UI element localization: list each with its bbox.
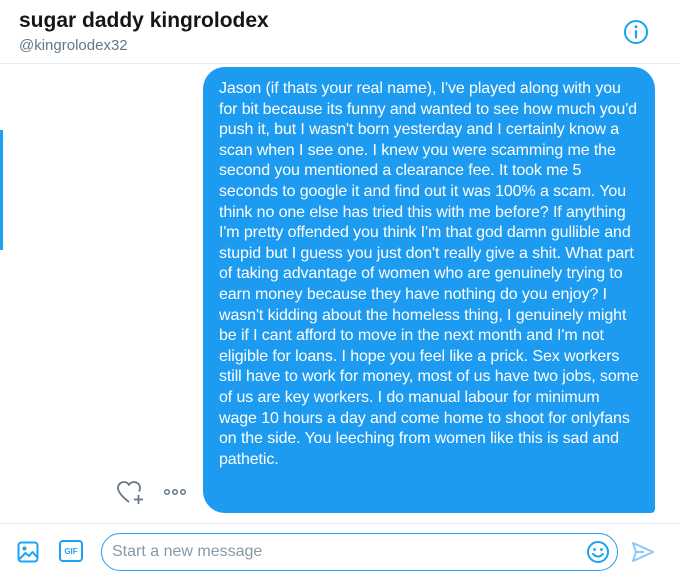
send-icon[interactable] [631,541,655,563]
info-icon[interactable] [622,18,650,46]
gif-button[interactable]: GIF [59,540,83,562]
heart-plus-icon[interactable] [116,480,146,506]
scroll-indicator [0,130,3,250]
conversation-handle: @kingrolodex32 [19,37,128,54]
emoji-icon[interactable] [586,540,610,564]
message-text: Jason (if thats your real name), I've pl… [219,80,639,468]
message-composer: GIF [0,523,680,577]
conversation-header: sugar daddy kingrolodex @kingrolodex32 [0,0,680,64]
more-options-icon[interactable] [160,482,190,502]
message-input[interactable] [112,538,572,566]
image-icon[interactable] [17,541,39,563]
message-input-container [101,533,618,571]
conversation-title: sugar daddy kingrolodex [19,9,269,32]
message-bubble: Jason (if thats your real name), I've pl… [203,67,655,513]
